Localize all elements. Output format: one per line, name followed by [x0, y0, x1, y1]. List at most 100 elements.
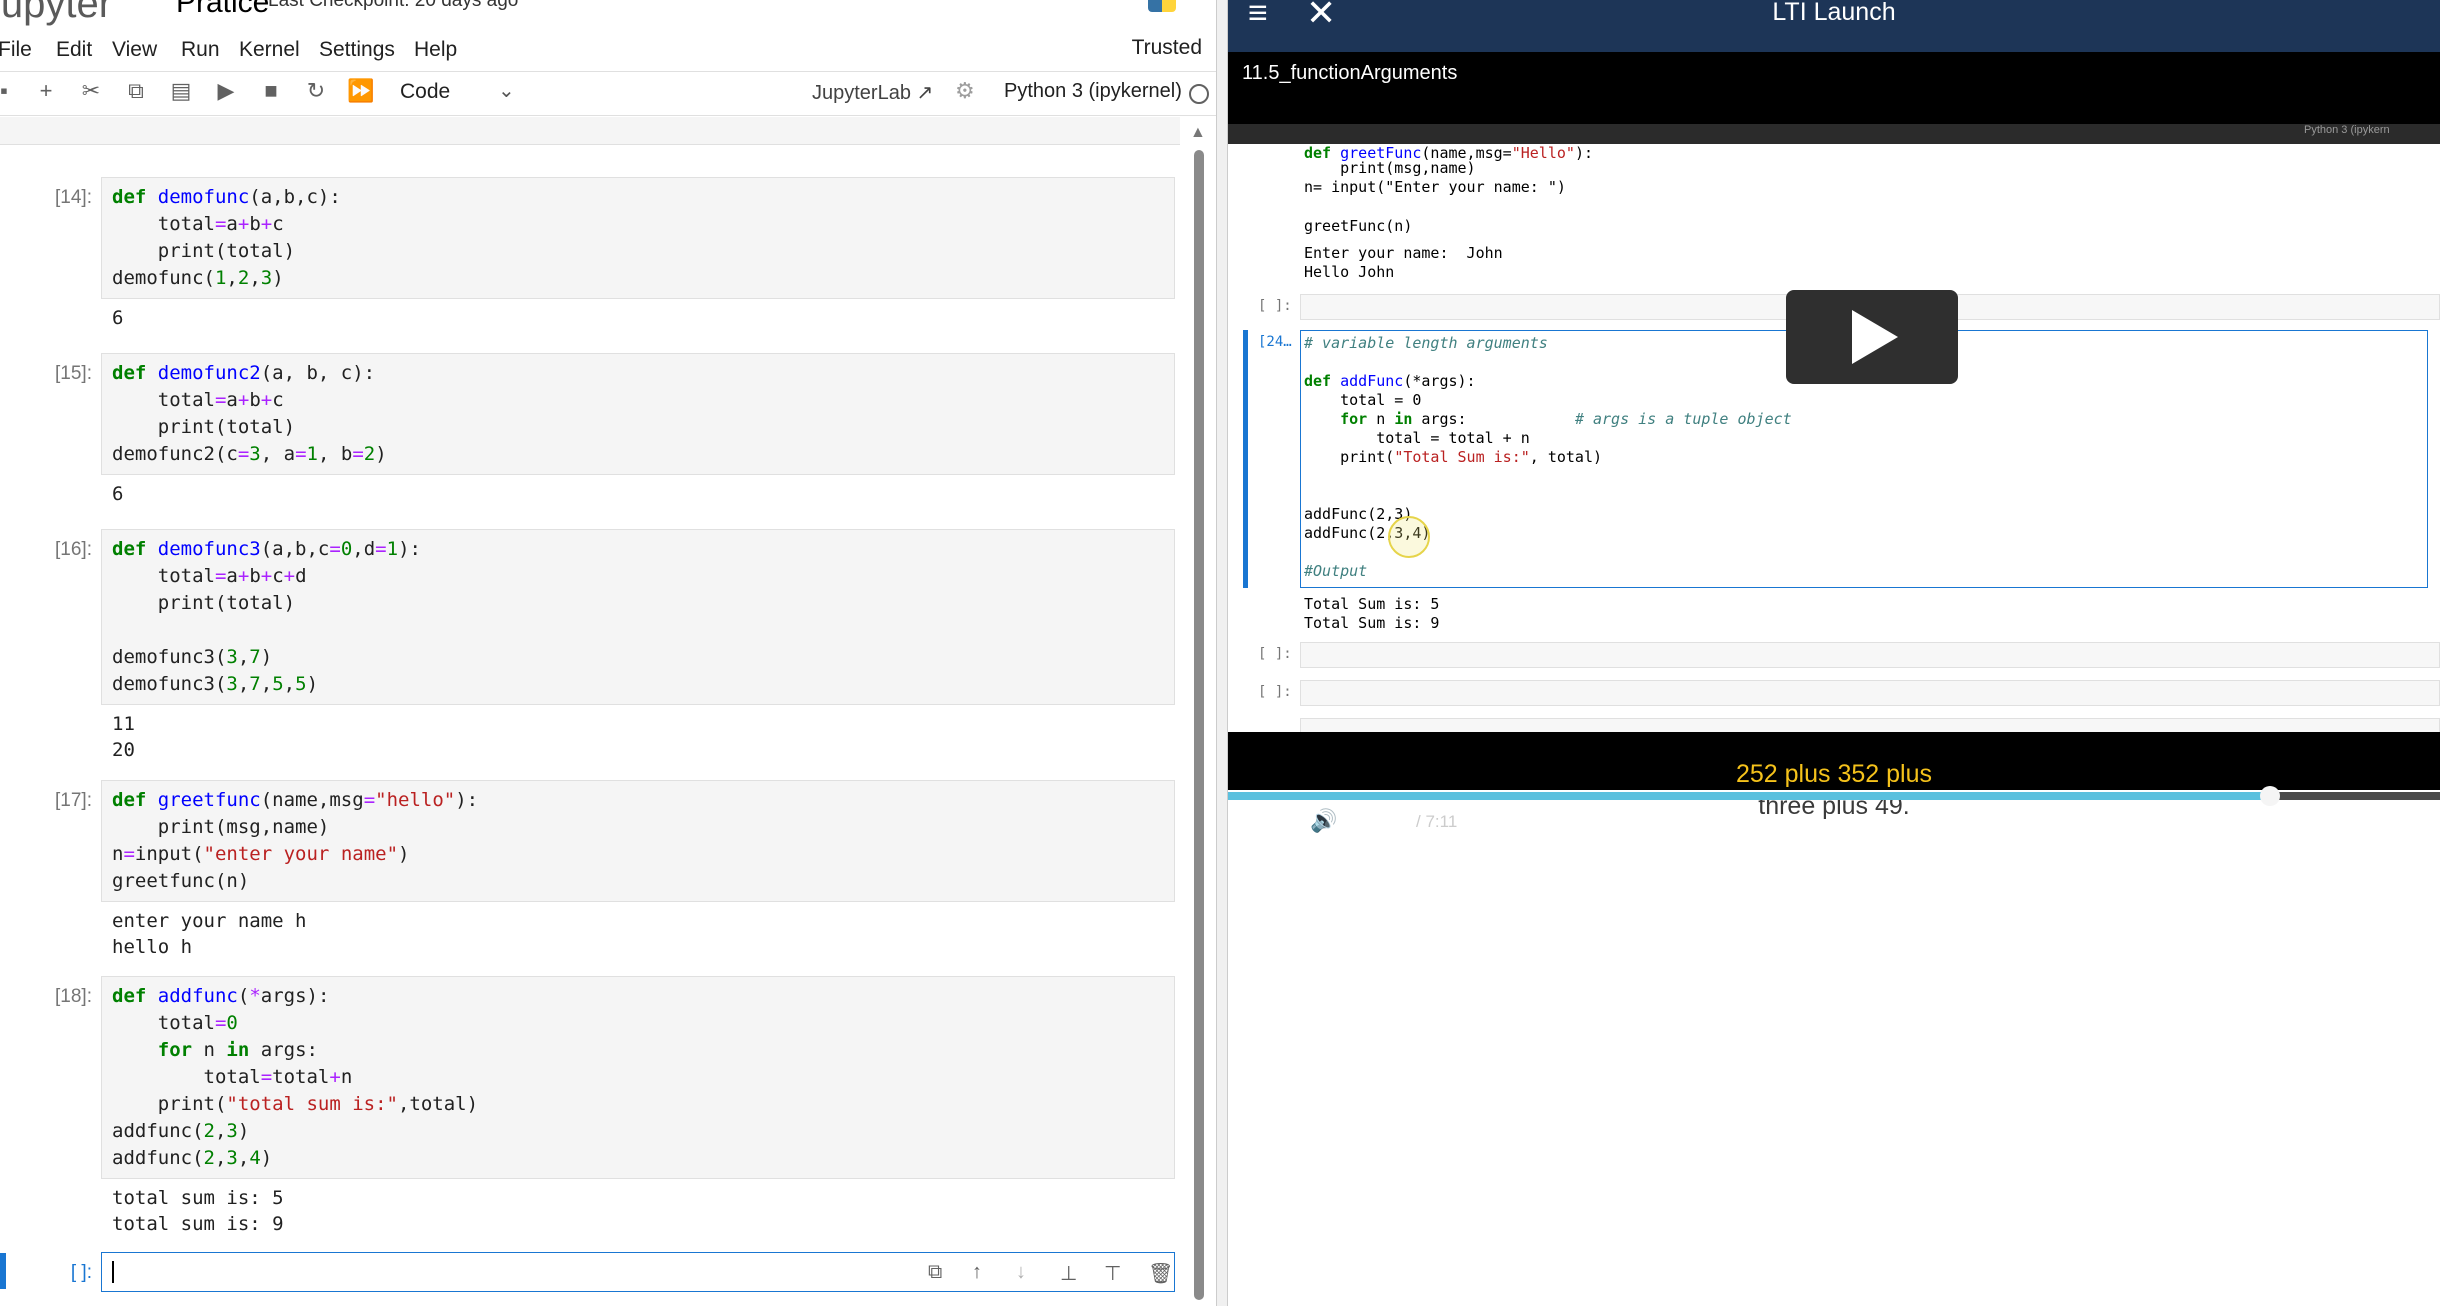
insert-above-icon[interactable]: ⊥	[1060, 1261, 1077, 1286]
external-link-icon: ↗	[916, 82, 934, 104]
video-player[interactable]: 11.5_functionArguments Python 3 (ipykern…	[1228, 52, 2440, 834]
menu-help[interactable]: Help	[414, 38, 457, 62]
cell-prompt: [15]:	[55, 363, 92, 384]
video-cell-prompt: [ ]:	[1258, 298, 1292, 314]
notebook-title[interactable]: Pratice	[176, 0, 269, 20]
cell-output: 6	[112, 307, 124, 329]
cell-output: 6	[112, 483, 124, 505]
play-icon[interactable]: ▶	[1252, 808, 1269, 834]
video-frame: def greetFunc(name,msg="Hello"): print(m…	[1228, 144, 2440, 732]
add-cell-icon[interactable]: +	[32, 78, 60, 104]
video-code-line: greetFunc(n)	[1304, 217, 1413, 235]
cell-input[interactable]: def greetfunc(name,msg="hello"): print(m…	[101, 780, 1175, 902]
trusted-indicator[interactable]: Trusted	[1132, 36, 1202, 60]
cell-input[interactable]: def demofunc2(a, b, c): total=a+b+c prin…	[101, 353, 1175, 475]
kernel-name[interactable]: Python 3 (ipykernel)	[1004, 80, 1182, 103]
jupyterlab-link-label: JupyterLab	[812, 82, 911, 104]
video-code-line: # variable length arguments	[1304, 334, 1548, 352]
notebook-scrollbar[interactable]	[1194, 150, 1204, 1300]
cut-icon[interactable]: ✂	[77, 78, 105, 104]
copy-icon[interactable]: ⧉	[122, 78, 150, 104]
video-empty-cell	[1300, 680, 2440, 706]
total-time: / 7:11	[1416, 812, 1458, 831]
menu-file[interactable]: File	[0, 38, 32, 62]
video-active-cell-indicator	[1243, 330, 1248, 588]
cell-input[interactable]: def demofunc3(a,b,c=0,d=1): total=a+b+c+…	[101, 529, 1175, 705]
video-output-line: Total Sum is: 9	[1304, 614, 1440, 632]
cell-output: enter your name h hello h	[112, 910, 307, 958]
chevron-down-icon[interactable]: ⌄	[498, 78, 515, 103]
video-code-line: #Output	[1304, 562, 1368, 580]
video-embedded-kernel-label: Python 3 (ipykern	[2304, 124, 2390, 136]
checkpoint-status: Last Checkpoint: 20 days ago	[268, 0, 519, 11]
video-panel: LTI Launch ≡ ✕ 11.5_functionArguments Py…	[1228, 0, 2440, 1306]
cell-prompt: [17]:	[55, 790, 92, 811]
video-controls: ▶ 🔊 6:06 / 7:11 CC 1x ⚙ ⤢	[1228, 800, 2440, 842]
video-cell-prompt: [ ]:	[1258, 646, 1292, 662]
restart-icon[interactable]: ↻	[302, 78, 330, 104]
current-time: 6:06	[1366, 812, 1400, 831]
jupyter-logo[interactable]: jupyter	[0, 0, 112, 27]
paste-icon[interactable]: ▤	[167, 78, 195, 104]
video-output-line: Enter your name: John	[1304, 244, 1503, 262]
cell-prompt: [18]:	[55, 986, 92, 1007]
video-cell-prompt: [24…	[1258, 334, 1292, 350]
menu-kernel[interactable]: Kernel	[239, 38, 300, 62]
cell-output: 11 20	[112, 713, 135, 761]
fullscreen-icon[interactable]: ⤢	[2420, 808, 2438, 834]
python-logo-icon	[1148, 0, 1176, 12]
video-code-line: for n in args: # args is a tuple object	[1340, 410, 1792, 428]
lti-header: LTI Launch ≡ ✕	[1228, 0, 2440, 52]
play-icon	[1852, 310, 1898, 364]
video-empty-cell	[1300, 718, 2440, 732]
insert-below-icon[interactable]: ⊤	[1104, 1261, 1121, 1286]
stop-icon[interactable]: ■	[257, 78, 285, 104]
jupyterlab-link[interactable]: JupyterLab ↗	[812, 80, 933, 105]
menu-edit[interactable]: Edit	[56, 38, 92, 62]
move-up-icon[interactable]: ↑	[972, 1261, 982, 1284]
save-icon[interactable]: ▪	[0, 78, 18, 104]
video-empty-cell	[1300, 642, 2440, 668]
closed-captions-icon[interactable]: CC	[2270, 812, 2304, 834]
mouse-cursor-highlight	[1388, 516, 1430, 558]
volume-icon[interactable]: 🔊	[1310, 808, 1337, 834]
video-code-line: total = 0	[1304, 391, 1422, 409]
playback-speed[interactable]: 1x	[2324, 810, 2344, 832]
video-output-line: Hello John	[1304, 263, 1395, 281]
delete-cell-icon[interactable]: 🗑	[1148, 1261, 1173, 1286]
menu-settings[interactable]: Settings	[319, 38, 395, 62]
big-play-button[interactable]	[1786, 290, 1958, 384]
cell-type-select[interactable]: Code	[400, 80, 450, 104]
cell-input[interactable]: def addfunc(*args): total=0 for n in arg…	[101, 976, 1175, 1179]
cell-input[interactable]: def demofunc(a,b,c): total=a+b+c print(t…	[101, 177, 1175, 299]
text-cursor	[112, 1261, 114, 1283]
run-icon[interactable]: ▶	[212, 78, 240, 104]
video-output-line: Total Sum is: 5	[1304, 595, 1440, 613]
cell-prompt: [14]:	[55, 187, 92, 208]
notebook-header: jupyter Pratice Last Checkpoint: 20 days…	[0, 0, 1216, 30]
move-down-icon[interactable]: ↓	[1016, 1261, 1026, 1284]
menu-view[interactable]: View	[112, 38, 157, 62]
duplicate-cell-icon[interactable]: ⧉	[928, 1261, 942, 1284]
video-cell-prompt: [ ]:	[1258, 684, 1292, 700]
jupyter-notebook-panel: jupyter Pratice Last Checkpoint: 20 days…	[0, 0, 1216, 1306]
cell-prompt: [16]:	[55, 539, 92, 560]
video-code-line: print(msg,name)	[1304, 159, 1476, 177]
split-divider[interactable]	[1216, 0, 1228, 1306]
hamburger-menu-icon[interactable]: ≡	[1248, 0, 1268, 33]
close-icon[interactable]: ✕	[1306, 0, 1336, 34]
active-cell-prompt: [ ]:	[70, 1262, 92, 1283]
caption-line: 252 plus 352 plus	[1736, 760, 1932, 788]
kernel-settings-icon[interactable]: ⚙	[955, 78, 975, 104]
video-code-line: n= input("Enter your name: ")	[1304, 178, 1566, 196]
video-embedded-toolbar	[1228, 124, 2440, 144]
active-cell-input[interactable]: ⧉ ↑ ↓ ⊥ ⊤ 🗑	[101, 1252, 1175, 1292]
scroll-up-icon[interactable]: ▲	[1190, 124, 1206, 142]
lti-title: LTI Launch	[1772, 0, 1896, 26]
menu-run[interactable]: Run	[181, 38, 220, 62]
video-progress-bar[interactable]	[1228, 786, 2440, 806]
settings-gear-icon[interactable]: ⚙	[2376, 808, 2396, 834]
run-all-icon[interactable]: ⏩	[347, 78, 375, 104]
video-title: 11.5_functionArguments	[1242, 62, 1458, 84]
cell-output: total sum is: 5 total sum is: 9	[112, 1187, 284, 1235]
